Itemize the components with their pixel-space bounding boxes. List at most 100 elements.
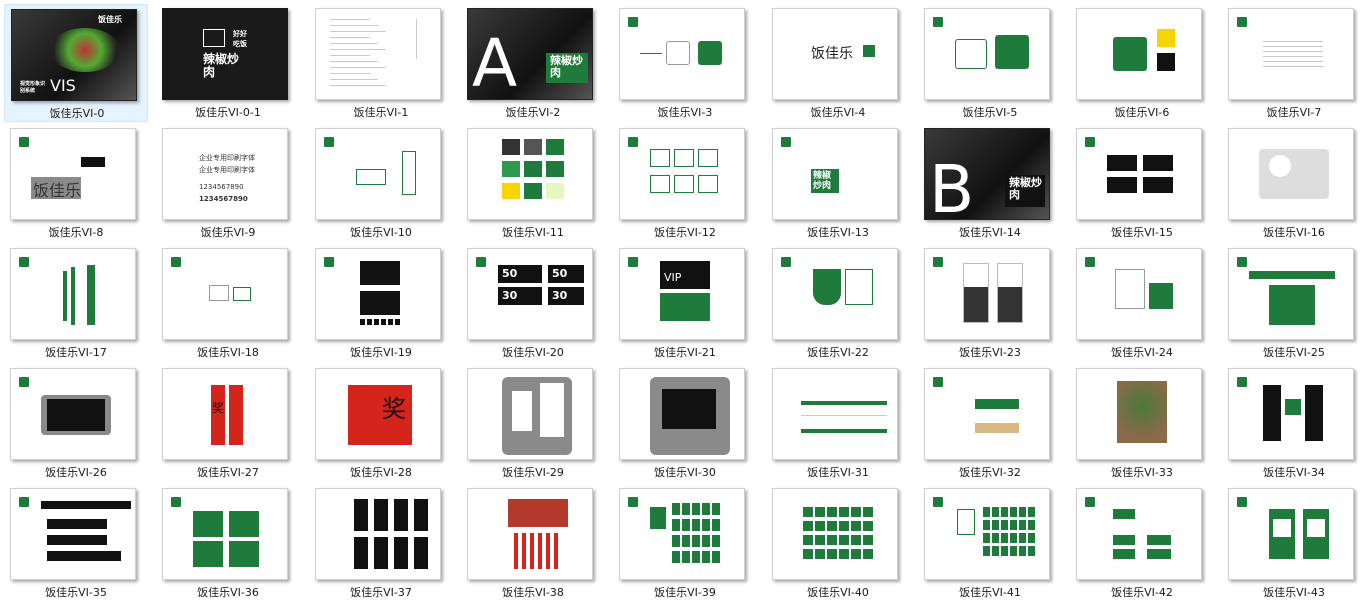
file-item[interactable]: 饭佳乐VI-1 (309, 4, 453, 122)
file-item[interactable]: 饭佳乐VI-12 (613, 124, 757, 242)
green-block (1019, 533, 1026, 543)
black-block (388, 319, 393, 325)
text-line (330, 73, 370, 74)
cup-outline (233, 287, 251, 301)
file-item[interactable]: 饭佳乐VI-30 (613, 364, 757, 482)
file-item[interactable]: VIP 饭佳乐VI-21 (613, 244, 757, 362)
file-item[interactable]: 饭佳乐VI-23 (918, 244, 1062, 362)
file-item[interactable]: 饭佳乐VI-41 (918, 484, 1062, 602)
file-name-label: 饭佳乐VI-35 (45, 586, 107, 599)
file-item[interactable]: 奖饭佳乐VI-27 (156, 364, 300, 482)
file-item[interactable]: 饭佳乐VI-5 (918, 4, 1062, 122)
file-item[interactable]: 饭佳乐VI-18 (156, 244, 300, 362)
file-item[interactable]: 饭佳乐VI-38 (461, 484, 605, 602)
uniform-male (963, 263, 989, 323)
file-name-label: 饭佳乐VI-4 (810, 106, 866, 119)
green-block (815, 549, 825, 559)
file-item[interactable]: 饭佳乐VI-36 (156, 484, 300, 602)
logo-variant (674, 149, 694, 167)
bag (540, 383, 564, 437)
file-item[interactable]: 饭佳乐VI-37 (309, 484, 453, 602)
file-item[interactable]: 饭佳乐VI-19 (309, 244, 453, 362)
green-block (682, 535, 690, 547)
award-char: 奖 (382, 395, 406, 423)
green-block (1019, 507, 1026, 517)
file-item[interactable]: 饭佳乐VI-10 (309, 124, 453, 242)
text-line (330, 61, 378, 62)
file-item[interactable]: 饭佳乐VI-35 (4, 484, 148, 602)
file-item[interactable]: 奖饭佳乐VI-28 (309, 364, 453, 482)
green-block (839, 507, 849, 517)
brand-logo-icon (171, 497, 181, 507)
black-block (381, 319, 386, 325)
file-item[interactable]: 饭佳乐VI-34 (1222, 364, 1366, 482)
file-item[interactable]: 饭佳乐VI-26 (4, 364, 148, 482)
file-thumbnail (1076, 128, 1202, 220)
color-variant (502, 139, 520, 155)
green-block (827, 507, 837, 517)
green-block (827, 521, 837, 531)
file-item[interactable]: A 辣椒炒肉 饭佳乐VI-2 (461, 4, 605, 122)
file-item[interactable]: 饭佳乐VI-22 (766, 244, 910, 362)
file-thumbnail (315, 248, 441, 340)
file-item[interactable]: 饭佳乐饭佳乐VI-4 (766, 4, 910, 122)
uniform-female (997, 263, 1023, 323)
file-name-label: 饭佳乐VI-14 (959, 226, 1021, 239)
file-item[interactable]: 饭佳乐VI-7 (1222, 4, 1366, 122)
black-block (360, 261, 400, 285)
file-item[interactable]: 饭佳乐VI-40 (766, 484, 910, 602)
file-thumbnail: 奖 (162, 368, 288, 460)
file-thumbnail: 辣椒炒肉 (772, 128, 898, 220)
file-item[interactable]: 饭佳乐VI-17 (4, 244, 148, 362)
file-item[interactable]: 饭佳乐VI-3 (613, 4, 757, 122)
file-name-label: 饭佳乐VI-5 (962, 106, 1018, 119)
qr-code-icon (1307, 519, 1325, 537)
file-item[interactable]: B 辣椒炒肉饭佳乐VI-14 (918, 124, 1062, 242)
file-item[interactable]: 辣椒炒肉 好好吃饭 饭佳乐VI-0-1 (156, 4, 300, 122)
brand-logo-icon (628, 137, 638, 147)
green-block (1028, 533, 1035, 543)
file-item[interactable]: 饭佳乐VI-32 (918, 364, 1062, 482)
file-item[interactable]: 饭佳乐VI-24 (1070, 244, 1214, 362)
file-item[interactable]: 饭佳乐VI-11 (461, 124, 605, 242)
file-item[interactable]: 饭佳乐VI-6 (1070, 4, 1214, 122)
file-item[interactable]: 饭佳乐 VIS 视觉形象识别系统 饭佳乐VI-0 (4, 4, 148, 122)
file-item[interactable]: 饭佳乐VI-39 (613, 484, 757, 602)
file-item[interactable]: 饭佳乐VI-33 (1070, 364, 1214, 482)
file-item[interactable]: 饭佳乐VI-25 (1222, 244, 1366, 362)
file-name-label: 饭佳乐VI-9 (200, 226, 256, 239)
file-thumbnail (1076, 488, 1202, 580)
text-line (330, 19, 370, 20)
green-block (827, 535, 837, 545)
file-name-label: 饭佳乐VI-0-1 (195, 106, 261, 119)
file-item[interactable]: 饭佳乐VI-16 (1222, 124, 1366, 242)
black-block (374, 537, 388, 569)
brand-logo-icon (933, 257, 943, 267)
green-block (1019, 546, 1026, 556)
file-item[interactable]: 50 50 30 30 饭佳乐VI-20 (461, 244, 605, 362)
file-thumbnail (772, 488, 898, 580)
color-variant (524, 161, 542, 177)
file-item[interactable]: 饭佳乐VI-15 (1070, 124, 1214, 242)
black-block (414, 537, 428, 569)
file-item[interactable]: 饭佳乐VI-29 (461, 364, 605, 482)
file-item[interactable]: 饭佳乐VI-42 (1070, 484, 1214, 602)
grid-line (1263, 56, 1323, 57)
green-block (712, 535, 720, 547)
file-item[interactable]: 饭佳乐VI-31 (766, 364, 910, 482)
green-block (863, 521, 873, 531)
brand-logo-icon (1237, 17, 1247, 27)
file-item[interactable]: 企业专用印刷字体 企业专用印刷字体 1234567890 1234567890 饭佳乐V… (156, 124, 300, 242)
logo-wordmark: 饭佳乐 (811, 46, 853, 62)
grid-line (1263, 66, 1323, 67)
file-thumbnail (924, 8, 1050, 100)
file-name-label: 饭佳乐VI-26 (45, 466, 107, 479)
file-thumbnail: B 辣椒炒肉 (924, 128, 1050, 220)
logo-horizontal (356, 169, 386, 185)
file-item[interactable]: 饭佳乐 饭佳乐VI-8 (4, 124, 148, 242)
file-item[interactable]: 饭佳乐VI-43 (1222, 484, 1366, 602)
brand-logo-icon (781, 257, 791, 267)
file-item[interactable]: 辣椒炒肉 饭佳乐VI-13 (766, 124, 910, 242)
black-block (47, 519, 107, 529)
packaging-photo (1259, 149, 1329, 199)
